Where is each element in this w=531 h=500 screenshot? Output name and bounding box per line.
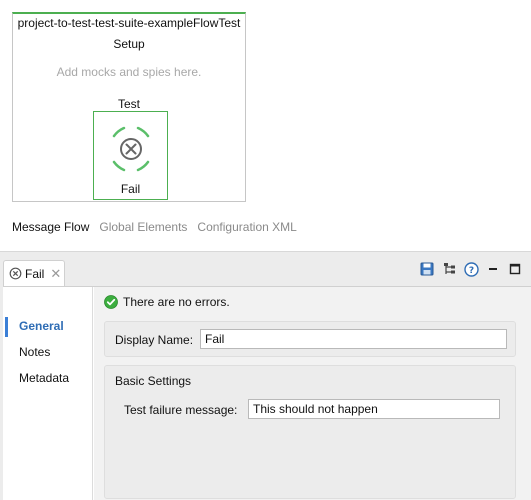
minimize-icon[interactable] (485, 261, 501, 277)
fail-processor-node[interactable]: Fail (93, 111, 168, 200)
nav-item-metadata[interactable]: Metadata (3, 367, 92, 389)
nav-item-general[interactable]: General (3, 315, 92, 337)
editor-tab-bar: Message Flow Global Elements Configurati… (12, 220, 297, 234)
view-tab-label: Fail (25, 266, 45, 281)
basic-settings-group: Basic Settings Test failure message: (104, 365, 516, 499)
failure-message-label: Test failure message: (124, 403, 238, 417)
tree-icon[interactable] (441, 261, 457, 277)
fail-x-icon (112, 126, 150, 172)
save-icon[interactable] (419, 261, 435, 277)
flow-canvas: project-to-test-test-suite-exampleFlowTe… (0, 0, 531, 251)
properties-view: Fail ✕ ? General Notes Metadata There ar… (0, 251, 531, 500)
tab-configuration-xml[interactable]: Configuration XML (197, 220, 296, 234)
svg-text:?: ? (468, 266, 473, 276)
tab-global-elements[interactable]: Global Elements (99, 220, 187, 234)
failure-message-field[interactable] (248, 399, 500, 419)
status-text: There are no errors. (123, 295, 230, 309)
general-panel: There are no errors. Display Name: Basic… (94, 287, 531, 500)
mocks-hint-text: Add mocks and spies here. (56, 65, 202, 79)
basic-settings-title: Basic Settings (115, 374, 192, 388)
fail-node-label: Fail (120, 182, 141, 196)
display-name-group: Display Name: (104, 321, 516, 357)
help-icon[interactable]: ? (463, 261, 479, 277)
display-name-field[interactable] (200, 329, 507, 349)
tab-message-flow[interactable]: Message Flow (12, 220, 89, 234)
fail-x-icon (9, 267, 22, 280)
properties-side-nav: General Notes Metadata (3, 287, 93, 500)
properties-body: General Notes Metadata There are no erro… (3, 286, 531, 500)
setup-section-label: Setup (113, 37, 145, 51)
close-icon[interactable]: ✕ (50, 267, 61, 280)
test-flow-container[interactable]: project-to-test-test-suite-exampleFlowTe… (12, 12, 246, 202)
maximize-icon[interactable] (507, 261, 523, 277)
success-check-icon (104, 295, 118, 309)
status-row: There are no errors. (104, 295, 230, 309)
test-section-label: Test (117, 97, 140, 111)
display-name-label: Display Name: (115, 333, 194, 347)
view-tab-fail[interactable]: Fail ✕ (3, 260, 65, 286)
view-toolbar: ? (419, 261, 523, 277)
flow-title: project-to-test-test-suite-exampleFlowTe… (17, 16, 241, 30)
nav-item-notes[interactable]: Notes (3, 341, 92, 363)
